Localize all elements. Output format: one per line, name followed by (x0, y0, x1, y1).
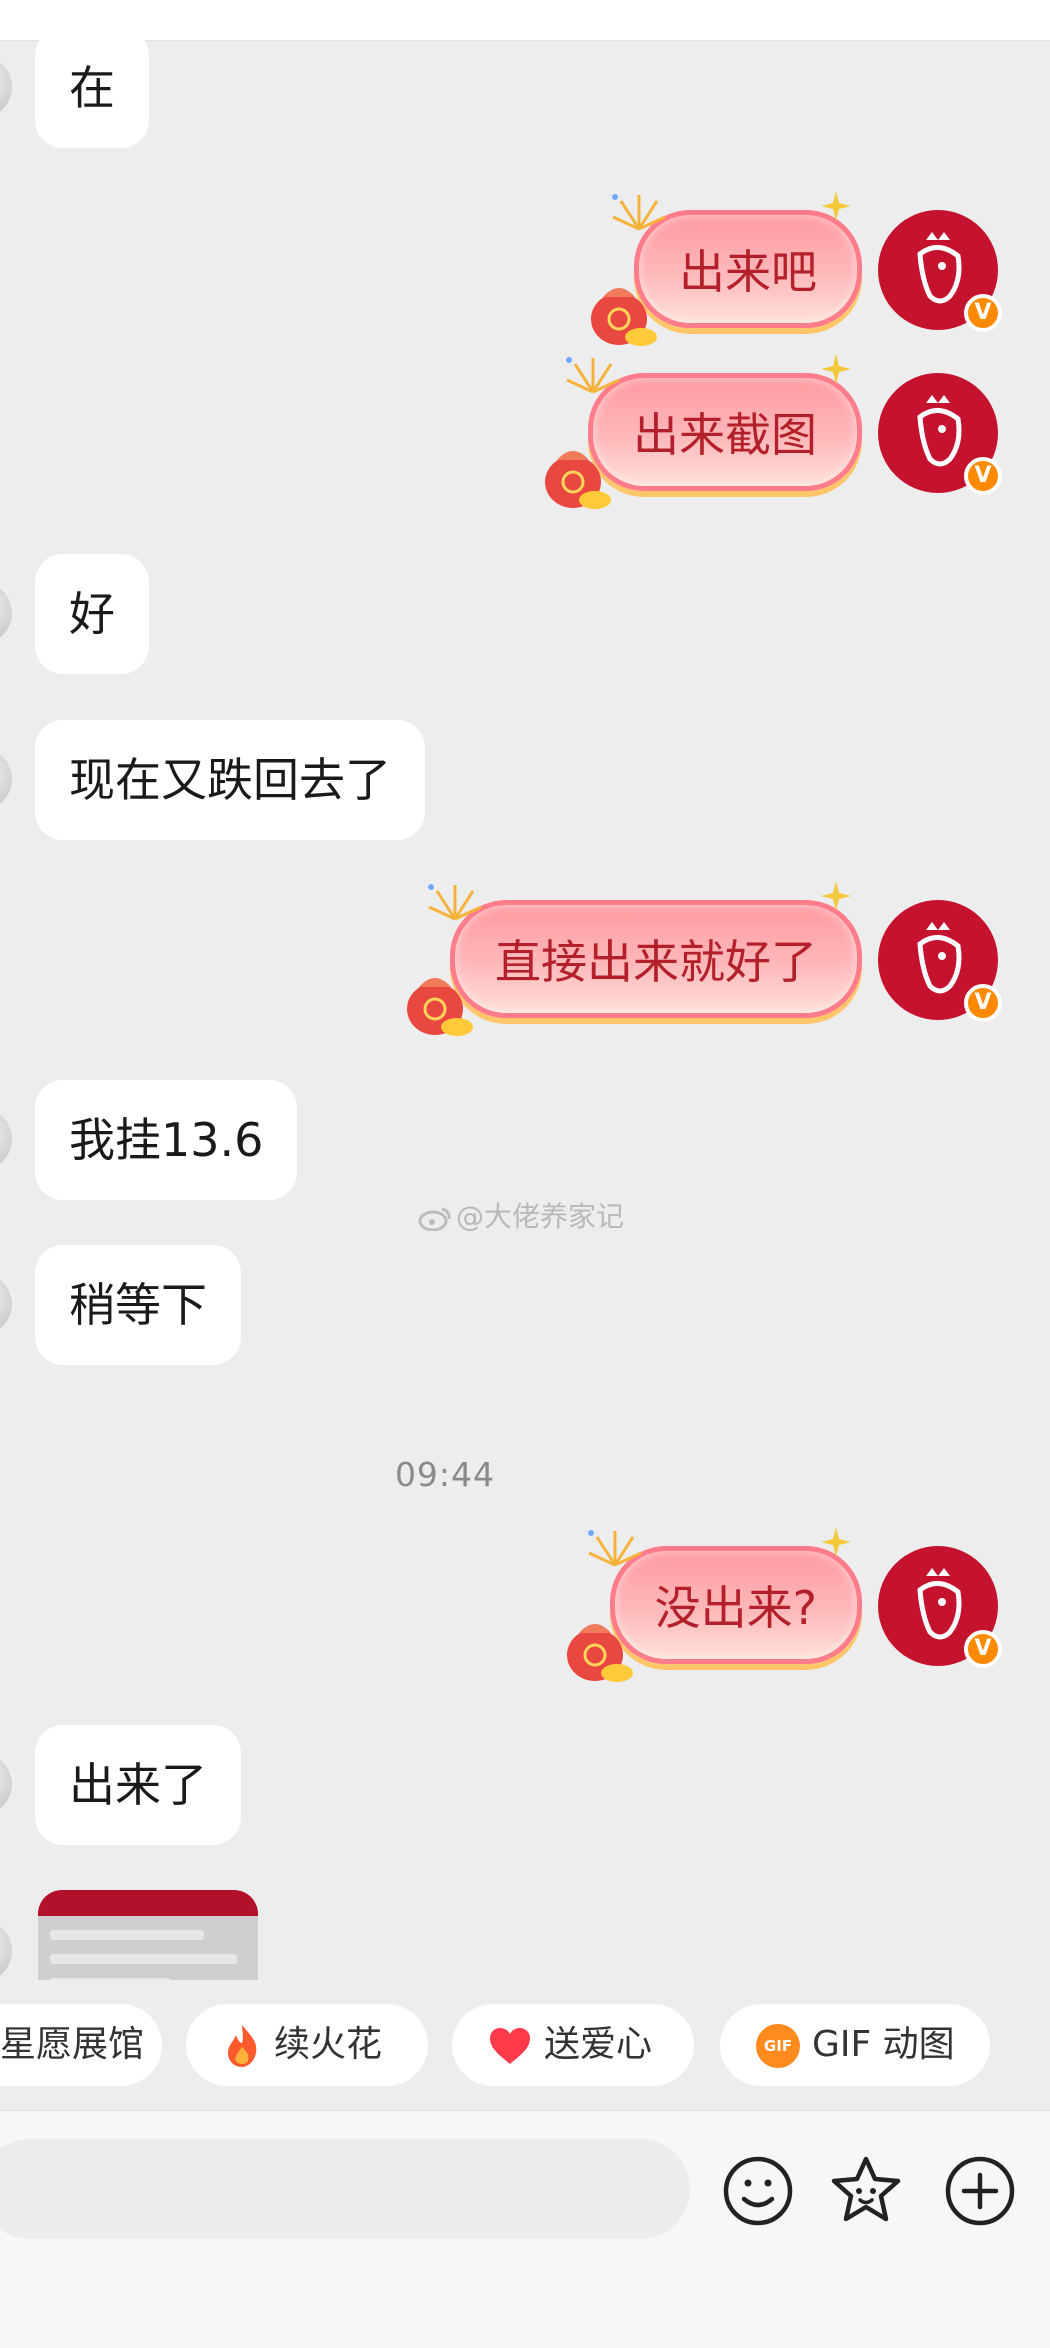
fire-icon (228, 2025, 257, 2067)
quick-action-label: 星愿展馆 (0, 2024, 145, 2065)
quick-action-send-heart[interactable]: 送爱心 (452, 2004, 694, 2086)
contact-avatar[interactable] (0, 1273, 12, 1335)
image-message-thumbnail[interactable] (38, 1890, 258, 1980)
watermark-text: @大佬养家记 (456, 1200, 625, 1233)
incoming-message-bubble[interactable]: 出来了 (35, 1725, 241, 1845)
thumbnail-header (38, 1890, 258, 1916)
my-avatar[interactable]: V (878, 373, 1002, 495)
message-text: 直接出来就好了 (495, 935, 817, 989)
quick-action-spark[interactable]: 续火花 (186, 2004, 428, 2086)
lucky-bag-icon (407, 978, 473, 1036)
my-avatar[interactable]: V (878, 900, 1002, 1022)
incoming-message-bubble[interactable]: 稍等下 (35, 1245, 241, 1365)
verified-badge: V (964, 1630, 1002, 1668)
message-input[interactable] (0, 2139, 690, 2239)
firework-icon (587, 1530, 642, 1567)
weibo-icon (418, 1207, 451, 1231)
incoming-message-bubble[interactable]: 现在又跌回去了 (35, 720, 425, 840)
quick-action-label: 续火花 (274, 2024, 383, 2065)
my-avatar[interactable]: V (878, 1546, 1002, 1668)
contact-avatar[interactable] (0, 582, 12, 644)
contact-avatar[interactable] (0, 1108, 12, 1170)
verified-badge: V (964, 984, 1002, 1022)
firework-icon (428, 884, 482, 921)
sparkle-icon (821, 881, 851, 911)
verified-badge: V (964, 457, 1002, 495)
incoming-message-bubble[interactable]: 好 (35, 554, 149, 674)
lucky-bag-icon (566, 1624, 633, 1682)
firework-icon (612, 194, 666, 231)
top-bar (0, 0, 1050, 41)
sparkle-icon (821, 354, 851, 384)
quick-action-label: 送爱心 (544, 2024, 653, 2065)
outgoing-message-bubble[interactable]: 出来截图 (545, 354, 862, 509)
quick-action-gif[interactable]: GIF GIF 动图 (720, 2004, 990, 2086)
contact-avatar[interactable] (0, 1920, 12, 1980)
quick-action-label: GIF 动图 (812, 2024, 955, 2065)
watermark: @大佬养家记 (418, 1195, 624, 1235)
contact-avatar[interactable] (0, 748, 12, 810)
message-text: 没出来? (654, 1581, 817, 1635)
outgoing-message-bubble[interactable]: 出来吧 (591, 191, 862, 346)
plus-icon[interactable] (940, 2151, 1020, 2231)
emoji-icon[interactable] (718, 2151, 798, 2231)
message-text: 出来截图 (633, 408, 817, 462)
thumbnail-line (50, 1954, 237, 1964)
thumbnail-line (50, 1930, 204, 1940)
lucky-bag-icon (545, 451, 611, 509)
heart-icon (490, 2028, 530, 2064)
sparkle-icon (821, 191, 851, 221)
incoming-message-bubble[interactable]: 在 (35, 40, 149, 148)
message-timestamp: 09:44 (394, 1455, 496, 1494)
contact-avatar[interactable] (0, 1753, 12, 1815)
lucky-bag-icon (591, 288, 657, 346)
outgoing-message-bubble[interactable]: 直接出来就好了 (407, 881, 862, 1036)
firework-icon (566, 357, 620, 394)
incoming-message-bubble[interactable]: 我挂13.6 (35, 1080, 298, 1200)
message-text: 出来吧 (679, 245, 817, 299)
verified-badge: V (964, 294, 1002, 332)
sparkle-icon (821, 1527, 851, 1557)
quick-action-star-gallery[interactable]: 星愿展馆 (0, 2004, 162, 2086)
sticker-icon[interactable] (826, 2151, 906, 2231)
input-bar (0, 2110, 1050, 2348)
chat-message-list[interactable]: 在 出来吧 V 出来截图 V 好 现在又跌回去了 直接出来就好了 V 我挂13.… (0, 40, 1050, 1980)
my-avatar[interactable]: V (878, 210, 1002, 332)
outgoing-message-bubble[interactable]: 没出来? (566, 1527, 862, 1682)
contact-avatar[interactable] (0, 56, 12, 118)
gif-icon: GIF (756, 2024, 800, 2068)
quick-action-bar: 星愿展馆 续火花 送爱心 GIF GIF 动图 (0, 1980, 1050, 2090)
